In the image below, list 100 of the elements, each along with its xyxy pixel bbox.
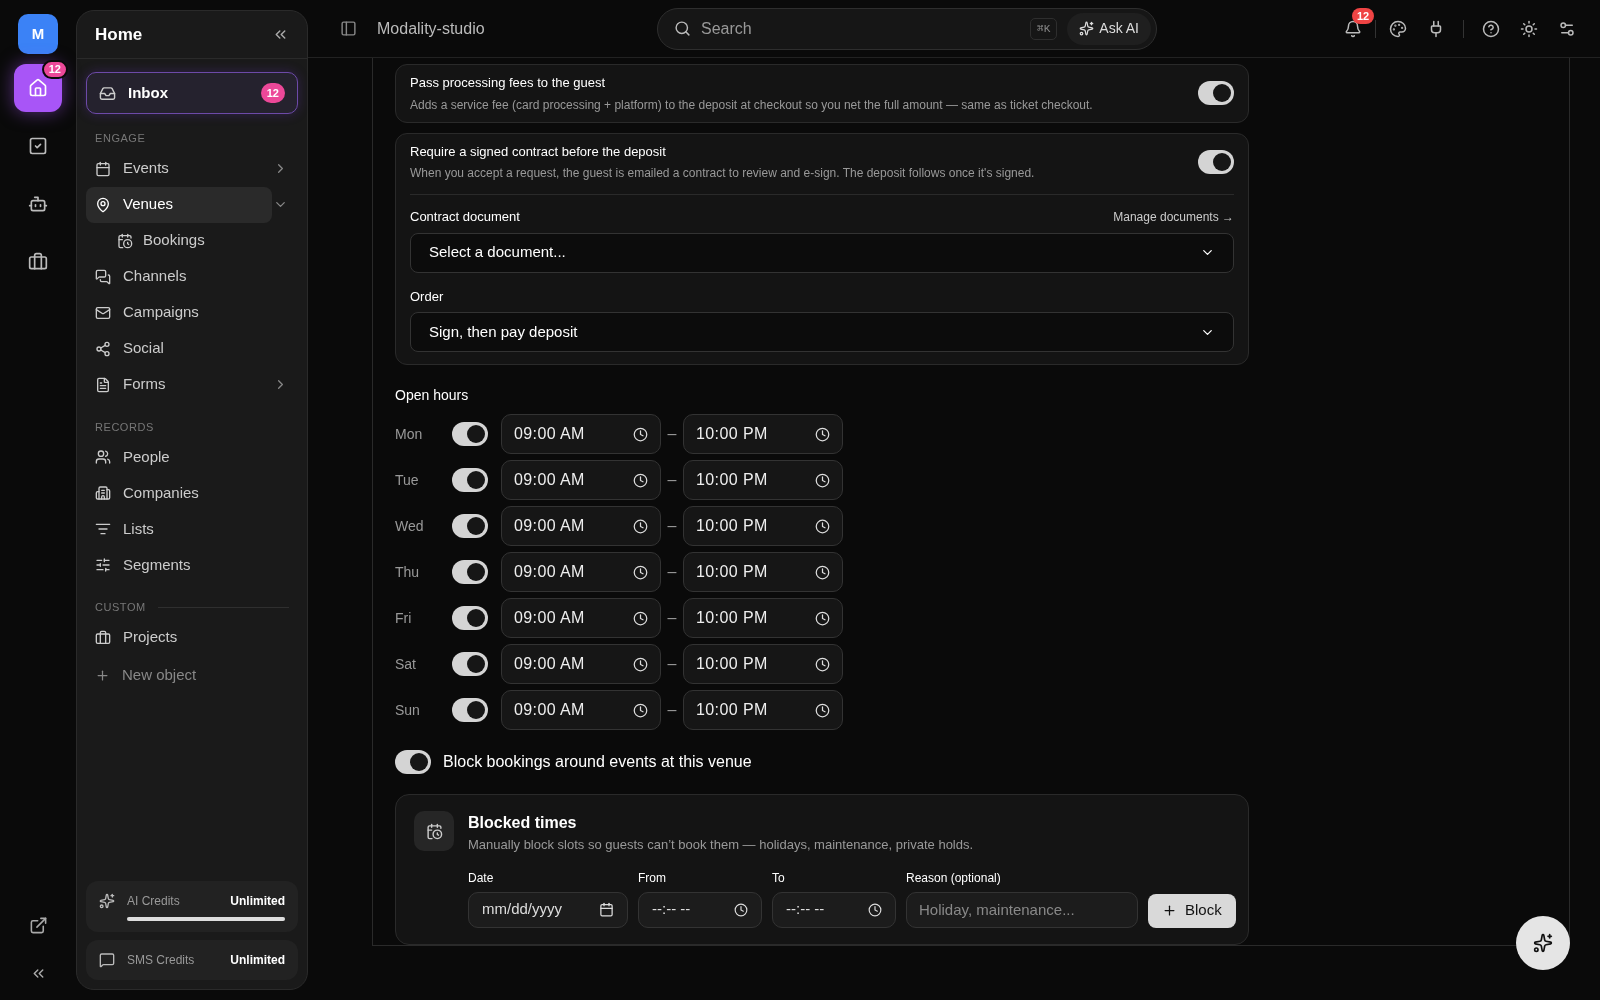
range-dash: – <box>666 562 678 582</box>
credits-label: SMS Credits <box>127 952 195 969</box>
setting-title: Pass processing fees to the guest <box>410 74 607 92</box>
card-title: Blocked times <box>468 813 578 833</box>
share-icon <box>95 340 111 357</box>
time-field[interactable]: 09:00 AM <box>501 506 661 546</box>
reason-field[interactable]: Holiday, maintenance... <box>906 891 1138 928</box>
toggle-switch[interactable] <box>1198 149 1234 174</box>
chat-icon <box>95 268 111 285</box>
external-link-icon[interactable] <box>28 916 48 935</box>
select-field[interactable]: Sign, then pay deposit <box>410 312 1234 352</box>
time-field[interactable]: 10:00 PM <box>683 460 843 500</box>
robot-icon <box>28 194 48 214</box>
nav-item[interactable]: Bookings <box>108 222 214 259</box>
toggle-switch[interactable] <box>452 422 488 446</box>
search-icon <box>674 20 691 37</box>
toggle-switch[interactable] <box>452 652 488 676</box>
toggle-switch[interactable] <box>452 514 488 538</box>
panel-toggle-icon[interactable] <box>340 20 357 37</box>
avatar[interactable]: M <box>18 14 58 54</box>
field-label: Contract document <box>410 208 520 226</box>
select-field[interactable]: Select a document... <box>410 232 1234 273</box>
clock-icon <box>734 902 748 917</box>
clock-icon <box>815 426 830 442</box>
time-field[interactable]: --:-- -- <box>638 891 762 928</box>
nav-item[interactable]: Campaigns <box>86 294 298 331</box>
clock-icon <box>815 656 830 672</box>
toggle-switch[interactable] <box>452 698 488 722</box>
nav-item[interactable]: Lists <box>86 511 298 547</box>
time-field[interactable]: 10:00 PM <box>683 598 843 638</box>
document-icon <box>95 376 111 393</box>
calendar-clock-icon <box>425 822 443 840</box>
sparkles-icon <box>1533 933 1553 953</box>
setting-description: When you accept a request, the guest is emailed a contract to review and e-sign. The deposit follows once it's signed. <box>410 165 1036 182</box>
toggle-switch[interactable] <box>452 468 488 492</box>
time-field[interactable]: 10:00 PM <box>683 644 843 684</box>
range-dash: – <box>666 516 678 536</box>
field-label: Order <box>410 287 445 306</box>
help-icon[interactable] <box>1482 19 1500 38</box>
time-field[interactable]: 10:00 PM <box>683 552 843 592</box>
toggle-switch[interactable] <box>395 750 431 774</box>
time-field[interactable]: 09:00 AM <box>501 598 661 638</box>
nav-item[interactable]: Segments <box>86 547 298 583</box>
plus-icon <box>1162 903 1177 918</box>
time-field[interactable]: 10:00 PM <box>683 506 843 546</box>
field-label: From <box>638 869 667 887</box>
search-placeholder: Search <box>701 18 753 39</box>
range-dash: – <box>666 608 678 628</box>
toggle-switch[interactable] <box>452 606 488 630</box>
time-field[interactable]: 10:00 PM <box>683 690 843 730</box>
new-object-button[interactable]: New object <box>86 657 206 694</box>
time-field[interactable]: 09:00 AM <box>501 690 661 730</box>
nav-item[interactable]: Venues <box>86 186 272 223</box>
time-field[interactable]: 09:00 AM <box>501 460 661 500</box>
day-label: Tue <box>395 470 420 490</box>
sparkles-icon <box>1079 21 1095 36</box>
time-field[interactable]: --:-- -- <box>772 891 896 928</box>
toggle-switch[interactable] <box>452 560 488 584</box>
bell-icon[interactable] <box>1344 19 1362 38</box>
nav-item[interactable]: Forms <box>86 366 211 403</box>
range-dash: – <box>666 424 678 444</box>
ask-ai-button[interactable]: Ask AI <box>1067 12 1151 45</box>
setting-title: Require a signed contract before the deposit <box>410 142 667 161</box>
nav-item[interactable]: Events <box>86 150 211 187</box>
date-field[interactable]: mm/dd/yyyy <box>468 891 628 928</box>
clock-icon <box>633 564 648 580</box>
time-field[interactable]: 09:00 AM <box>501 644 661 684</box>
time-field[interactable]: 10:00 PM <box>683 414 843 454</box>
clock-icon <box>633 610 648 626</box>
clock-icon <box>633 702 648 718</box>
search-bar[interactable]: Search ⌘K Ask AI <box>657 7 1157 50</box>
toggle-switch[interactable] <box>1198 81 1234 106</box>
checkbox-icon <box>28 136 48 156</box>
clock-icon <box>633 656 648 672</box>
sparkles-icon <box>99 893 115 909</box>
settings-icon[interactable] <box>1558 19 1576 38</box>
filter-icon <box>95 521 111 537</box>
time-field[interactable]: 09:00 AM <box>501 552 661 592</box>
section-heading: CUSTOM <box>95 600 146 615</box>
field-label: Reason (optional) <box>906 869 1002 887</box>
inbox-item[interactable]: Inbox 12 <box>86 72 298 114</box>
credits-value: Unlimited <box>230 893 285 910</box>
clock-icon <box>815 702 830 718</box>
time-field[interactable]: 09:00 AM <box>501 414 661 454</box>
sun-icon[interactable] <box>1520 19 1538 38</box>
calendar-icon <box>95 160 111 177</box>
manage-documents-link[interactable]: Manage documents → <box>1113 207 1234 226</box>
nav-item[interactable]: Social <box>86 330 298 367</box>
briefcase-icon <box>28 252 48 272</box>
nav-item[interactable]: People <box>86 439 298 475</box>
clock-icon <box>815 564 830 580</box>
palette-icon[interactable] <box>1389 19 1407 38</box>
nav-item[interactable]: Companies <box>86 475 298 511</box>
nav-item[interactable]: Channels <box>86 258 298 295</box>
nav-item[interactable]: Projects <box>86 619 298 656</box>
clock-icon <box>815 610 830 626</box>
ai-assistant-button[interactable] <box>1516 916 1570 970</box>
credits-value: Unlimited <box>230 952 285 969</box>
range-dash: – <box>666 654 678 674</box>
block-button[interactable]: Block <box>1148 893 1236 928</box>
